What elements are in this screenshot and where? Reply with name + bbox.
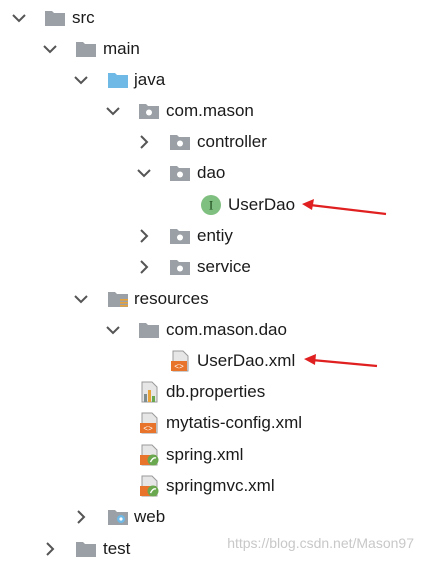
tree-node-label: controller: [197, 132, 267, 151]
xml-file-icon: <>: [169, 350, 191, 372]
tree-node-label: springmvc.xml: [166, 476, 275, 495]
package-icon: [138, 100, 160, 122]
tree-node-controller[interactable]: controller: [0, 128, 424, 156]
tree-node-com-mason[interactable]: com.mason: [0, 97, 424, 125]
svg-text:<>: <>: [143, 425, 153, 434]
xml-file-icon: <>: [138, 412, 160, 434]
tree-node-label: dao: [197, 163, 226, 182]
watermark: https://blog.csdn.net/Mason97: [227, 535, 414, 551]
folder-icon: [75, 38, 97, 60]
interface-icon: I: [200, 194, 222, 216]
tree-node-web[interactable]: web: [0, 503, 424, 531]
tree-node-label: main: [103, 39, 140, 58]
tree-node-label: db.properties: [166, 382, 266, 401]
svg-text:<>: <>: [174, 363, 184, 372]
tree-node-label: resources: [134, 289, 209, 308]
tree-node-src[interactable]: src: [0, 4, 424, 32]
tree-node-main[interactable]: main: [0, 35, 424, 63]
tree-node-label: UserDao.xml: [197, 351, 296, 370]
tree-node-label: com.mason: [166, 101, 254, 120]
tree-node-label: entiy: [197, 226, 233, 245]
web-folder-icon: [107, 506, 129, 528]
folder-icon: [138, 319, 160, 341]
spring-xml-icon: [138, 444, 160, 466]
tree-node-label: mytatis-config.xml: [166, 413, 303, 432]
tree-node-label: web: [134, 507, 166, 526]
folder-icon: [75, 538, 97, 560]
annotation-arrow-userdao: [298, 196, 390, 220]
spring-xml-icon: [138, 475, 160, 497]
chevron-down-icon[interactable]: [41, 40, 59, 58]
tree-node-dao[interactable]: dao: [0, 159, 424, 187]
tree-node-label: spring.xml: [166, 445, 244, 464]
package-icon: [169, 162, 191, 184]
svg-text:I: I: [209, 198, 213, 213]
folder-icon: [44, 7, 66, 29]
tree-node-label: service: [197, 257, 251, 276]
tree-node-java[interactable]: java: [0, 66, 424, 94]
tree-node-springmvc-xml[interactable]: springmvc.xml: [0, 472, 424, 500]
tree-node-com-mason-dao[interactable]: com.mason.dao: [0, 316, 424, 344]
resources-folder-icon: [107, 288, 129, 310]
tree-node-label: test: [103, 539, 131, 558]
chevron-right-icon[interactable]: [72, 508, 90, 526]
package-icon: [169, 256, 191, 278]
tree-node-resources[interactable]: resources: [0, 285, 424, 313]
properties-file-icon: [138, 381, 160, 403]
annotation-arrow-userdao-xml: [300, 350, 380, 372]
chevron-down-icon[interactable]: [72, 71, 90, 89]
tree-node-service[interactable]: service: [0, 253, 424, 281]
tree-node-spring-xml[interactable]: spring.xml: [0, 441, 424, 469]
project-tree: src main java com.mason controller dao I…: [0, 0, 424, 561]
chevron-down-icon[interactable]: [135, 164, 153, 182]
tree-node-db-properties[interactable]: db.properties: [0, 378, 424, 406]
tree-node-label: UserDao: [228, 195, 296, 214]
package-icon: [169, 131, 191, 153]
chevron-down-icon[interactable]: [104, 321, 122, 339]
tree-node-entiy[interactable]: entiy: [0, 222, 424, 250]
chevron-down-icon[interactable]: [10, 9, 28, 27]
chevron-down-icon[interactable]: [72, 290, 90, 308]
tree-node-mytatis-config-xml[interactable]: <> mytatis-config.xml: [0, 409, 424, 437]
chevron-down-icon[interactable]: [104, 102, 122, 120]
chevron-right-icon[interactable]: [41, 540, 59, 558]
tree-node-label: java: [134, 70, 166, 89]
source-folder-icon: [107, 69, 129, 91]
chevron-right-icon[interactable]: [135, 227, 153, 245]
tree-node-label: com.mason.dao: [166, 320, 287, 339]
package-icon: [169, 225, 191, 247]
tree-node-label: src: [72, 8, 95, 27]
chevron-right-icon[interactable]: [135, 258, 153, 276]
chevron-right-icon[interactable]: [135, 133, 153, 151]
